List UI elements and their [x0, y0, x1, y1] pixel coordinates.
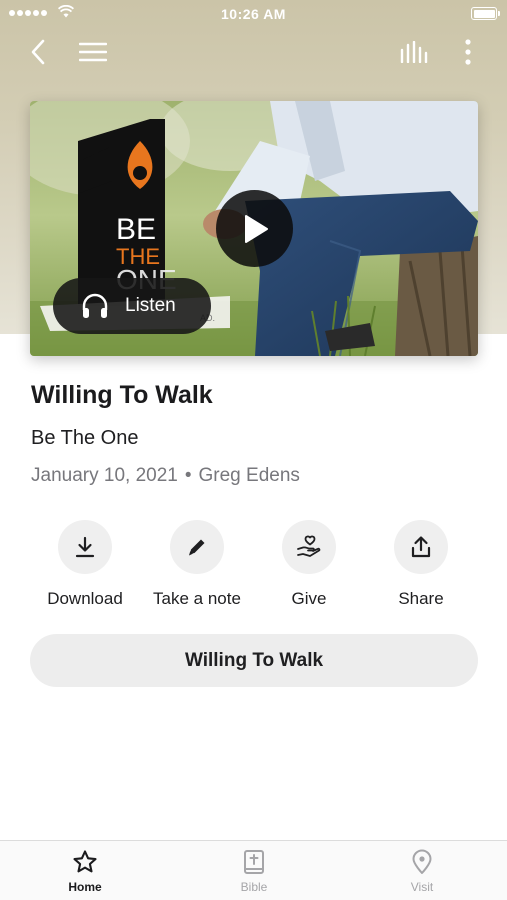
download-label: Download	[47, 589, 123, 608]
star-icon	[73, 850, 97, 873]
download-icon	[75, 536, 95, 558]
speaker-name[interactable]: Greg Edens	[199, 465, 300, 487]
battery-icon	[471, 7, 500, 20]
hamburger-menu-icon	[79, 42, 107, 62]
listen-button[interactable]: Listen	[53, 278, 211, 334]
pencil-icon	[189, 539, 205, 556]
sermon-date: January 10, 2021	[31, 465, 178, 486]
share-icon	[411, 536, 431, 558]
status-bar: 10:26 AM	[0, 0, 507, 28]
headphones-icon	[82, 293, 108, 318]
tab-bar: Home Bible Visit	[0, 840, 507, 900]
equalizer-icon	[400, 41, 428, 63]
take-note-label: Take a note	[153, 589, 241, 608]
share-circle	[394, 520, 448, 574]
share-button[interactable]: Share	[365, 520, 477, 609]
svg-text:BE: BE	[116, 213, 156, 246]
status-time: 10:26 AM	[221, 6, 286, 22]
download-button[interactable]: Download	[29, 520, 141, 609]
give-label: Give	[291, 589, 327, 608]
take-note-button[interactable]: Take a note	[141, 520, 253, 609]
tab-bible-label: Bible	[240, 880, 268, 894]
sermon-title: Willing To Walk	[31, 381, 213, 409]
menu-button[interactable]	[76, 36, 110, 68]
tab-bible[interactable]: Bible	[199, 849, 309, 894]
meta-separator: •	[184, 465, 192, 486]
chevron-left-icon	[31, 39, 45, 65]
give-circle	[282, 520, 336, 574]
back-button[interactable]	[24, 36, 52, 68]
download-circle	[58, 520, 112, 574]
bible-icon	[244, 850, 264, 874]
give-button[interactable]: Give	[253, 520, 365, 609]
sermon-meta: January 10, 2021 • Greg Edens	[31, 465, 300, 487]
hand-heart-icon	[297, 535, 321, 557]
vertical-ellipsis-icon	[465, 39, 471, 65]
listen-label: Listen	[125, 295, 176, 316]
take-note-circle	[170, 520, 224, 574]
play-button[interactable]	[216, 190, 293, 267]
tab-visit-label: Visit	[410, 880, 434, 894]
share-label: Share	[398, 589, 444, 608]
tab-visit[interactable]: Visit	[367, 849, 477, 894]
play-icon	[244, 214, 268, 243]
series-name[interactable]: Be The One	[31, 427, 138, 450]
map-pin-icon	[412, 849, 432, 874]
sermon-title-button[interactable]: Willing To Walk	[30, 634, 478, 687]
tab-home[interactable]: Home	[30, 849, 140, 894]
more-options-button[interactable]	[456, 36, 480, 68]
tab-home-label: Home	[68, 880, 102, 894]
sermon-artwork: BE THE ONE AD. Listen	[30, 101, 478, 356]
audio-button[interactable]	[396, 36, 432, 68]
